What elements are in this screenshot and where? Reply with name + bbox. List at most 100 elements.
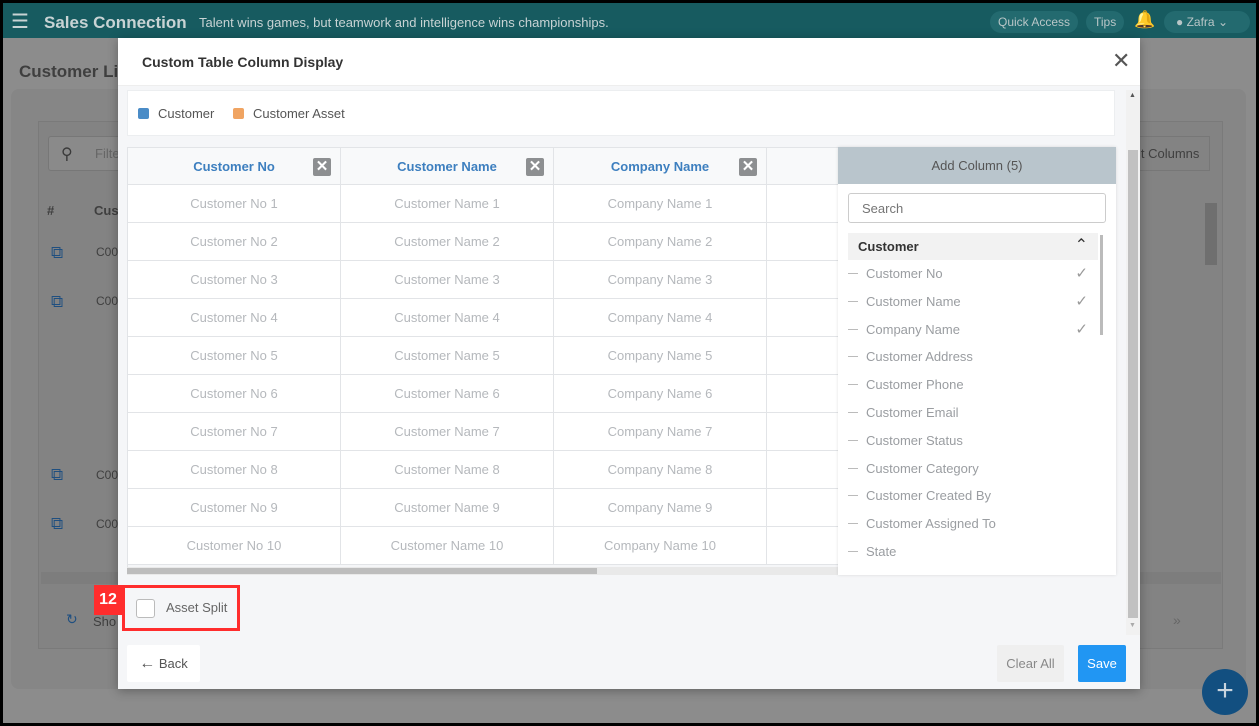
- row-code: C00: [96, 468, 119, 482]
- column-option[interactable]: Customer Assigned To: [848, 510, 1098, 538]
- remove-column-icon[interactable]: ✕: [739, 158, 757, 176]
- tagline: Talent wins games, but teamwork and inte…: [199, 15, 609, 30]
- edit-icon[interactable]: ⧉: [51, 514, 63, 534]
- tree-line: [848, 551, 858, 552]
- remove-column-icon[interactable]: ✕: [526, 158, 544, 176]
- tree-line: [848, 384, 858, 386]
- column-option[interactable]: Customer Status: [848, 427, 1098, 455]
- user-menu[interactable]: ● Zafra ⌄: [1164, 11, 1250, 33]
- column-option[interactable]: Customer No ✓: [848, 260, 1098, 288]
- user-icon: ●: [1176, 15, 1184, 29]
- list-scrollbar[interactable]: [1100, 235, 1103, 335]
- modal-vertical-scrollbar[interactable]: ▲ ▼: [1126, 90, 1140, 635]
- table-cell: Company Name 6: [554, 375, 767, 413]
- scroll-up-icon[interactable]: ▲: [1129, 92, 1136, 99]
- chevron-up-icon[interactable]: ⌃: [1075, 235, 1088, 255]
- back-button[interactable]: ← Back: [127, 645, 200, 682]
- column-header: Customer Name ✕: [341, 148, 554, 185]
- remove-column-icon[interactable]: ✕: [313, 158, 331, 176]
- table-cell: [767, 413, 838, 451]
- table-cell: [767, 489, 838, 527]
- table-cell: Company Name 2: [554, 223, 767, 261]
- legend: Customer Customer Asset: [127, 90, 1115, 136]
- table-cell: [767, 527, 838, 565]
- legend-customer-asset: Customer Asset: [253, 106, 345, 121]
- asset-split-label: Asset Split: [166, 600, 228, 615]
- modal-title: Custom Table Column Display: [142, 54, 344, 70]
- quick-access-button[interactable]: Quick Access: [990, 11, 1079, 33]
- tree-line: [848, 356, 858, 358]
- column-option-label: Customer Email: [866, 405, 959, 420]
- legend-swatch-customer-asset: [233, 108, 244, 119]
- tree-line: [848, 523, 858, 525]
- preview-table: Customer No ✕ Customer Name ✕ Company Name ✕ C…: [127, 147, 838, 567]
- table-cell: Company Name 10: [554, 527, 767, 565]
- asset-split-checkbox[interactable]: [136, 599, 155, 618]
- scroll-down-icon[interactable]: ▼: [1129, 622, 1136, 629]
- clear-all-button[interactable]: Clear All: [997, 645, 1064, 682]
- column-option[interactable]: Customer Created By: [848, 482, 1098, 510]
- scrollbar-thumb[interactable]: [1128, 150, 1138, 618]
- column-header-label: Customer No: [193, 159, 275, 174]
- close-icon[interactable]: ✕: [1112, 48, 1130, 74]
- col-hash: #: [47, 203, 55, 218]
- table-cell: Customer Name 3: [341, 261, 554, 299]
- edit-icon[interactable]: ⧉: [51, 465, 63, 485]
- app-title: Sales Connection: [44, 13, 187, 32]
- tips-button[interactable]: Tips: [1086, 11, 1125, 33]
- table-cell: Customer No 3: [128, 261, 341, 299]
- column-option-label: Customer No: [866, 266, 943, 281]
- columns-button[interactable]: lt Columns: [1133, 136, 1210, 171]
- column-header: Customer No ✕: [128, 148, 341, 185]
- next-page-icon[interactable]: »: [1173, 612, 1181, 628]
- table-horizontal-scrollbar[interactable]: [127, 567, 838, 575]
- table-cell: [767, 185, 838, 223]
- table-cell: Customer No 2: [128, 223, 341, 261]
- menu-icon[interactable]: ☰: [11, 9, 29, 34]
- modal-header: Custom Table Column Display ✕: [118, 38, 1140, 86]
- table-cell: [767, 337, 838, 375]
- table-cell: Customer No 8: [128, 451, 341, 489]
- bell-icon[interactable]: 🔔: [1134, 10, 1155, 30]
- filter-input[interactable]: Filte: [48, 136, 128, 171]
- add-fab-button[interactable]: +: [1202, 669, 1248, 715]
- table-cell: [767, 223, 838, 261]
- table-cell: Company Name 5: [554, 337, 767, 375]
- table-cell: Customer Name 1: [341, 185, 554, 223]
- tree-line: [848, 412, 858, 413]
- column-option[interactable]: Customer Address: [848, 343, 1098, 371]
- table-cell: Customer Name 6: [341, 375, 554, 413]
- table-cell: Customer Name 2: [341, 223, 554, 261]
- table-cell: Company Name 9: [554, 489, 767, 527]
- scrollbar-thumb[interactable]: [127, 568, 597, 574]
- tree-line: [848, 467, 858, 469]
- refresh-icon[interactable]: ↻: [66, 611, 78, 628]
- table-cell: Company Name 4: [554, 299, 767, 337]
- table-cell: [767, 261, 838, 299]
- edit-icon[interactable]: ⧉: [51, 243, 63, 263]
- column-option[interactable]: Customer Name ✓: [848, 288, 1098, 316]
- column-option[interactable]: Customer Phone: [848, 371, 1098, 399]
- column-search-input[interactable]: [848, 193, 1106, 223]
- group-label: Customer: [858, 239, 919, 254]
- add-column-header: Add Column (5): [838, 147, 1116, 184]
- column-option[interactable]: State: [848, 538, 1098, 566]
- edit-icon[interactable]: ⧉: [51, 292, 63, 312]
- asset-split-option[interactable]: Asset Split: [122, 585, 240, 631]
- group-customer[interactable]: Customer ⌃: [848, 233, 1098, 260]
- bg-vertical-scrollbar[interactable]: [1205, 203, 1217, 265]
- col-customer: Cus: [94, 203, 119, 218]
- column-header-label: Company Name: [610, 159, 710, 174]
- column-option[interactable]: Customer Category: [848, 455, 1098, 483]
- search-icon: ⚲: [61, 146, 73, 163]
- save-button[interactable]: Save: [1078, 645, 1126, 682]
- table-cell: [767, 451, 838, 489]
- table-cell: Company Name 1: [554, 185, 767, 223]
- column-option[interactable]: Customer Email: [848, 399, 1098, 427]
- legend-swatch-customer: [138, 108, 149, 119]
- column-option[interactable]: Company Name ✓: [848, 316, 1098, 344]
- page-title: Customer Lis: [19, 62, 128, 81]
- column-option-label: Customer Created By: [866, 488, 991, 504]
- check-icon: ✓: [1075, 320, 1088, 338]
- table-cell: Customer No 7: [128, 413, 341, 451]
